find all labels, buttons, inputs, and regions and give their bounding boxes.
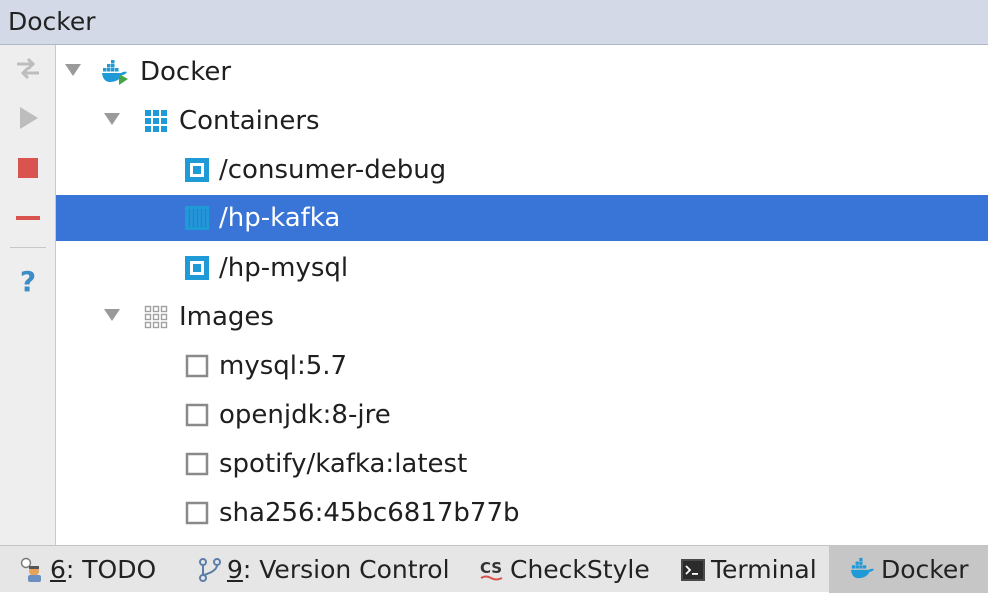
images-grid-icon (144, 305, 168, 329)
expand-arrow-icon[interactable] (64, 63, 82, 77)
run-icon (20, 107, 38, 129)
tool-window-bar: 6: TODO 9: Version Control CS CheckStyle… (0, 545, 988, 593)
deploy-icon (17, 57, 39, 80)
toolbar-separator (10, 247, 46, 248)
docker-tree: Docker Containers /consumer-debug /hp-ka… (56, 45, 988, 545)
tab-label: Terminal (711, 555, 817, 584)
docker-toolbar: ? (0, 45, 56, 545)
tree-node-docker[interactable]: Docker (56, 49, 988, 95)
image-item[interactable]: openjdk:8-jre (56, 392, 988, 438)
image-item[interactable]: mysql:5.7 (56, 343, 988, 389)
tab-label: Docker (881, 555, 969, 584)
image-icon (185, 452, 209, 476)
image-label: spotify/kafka:latest (219, 449, 468, 479)
tree-node-label: Images (179, 302, 274, 332)
running-container-icon (185, 158, 209, 182)
remove-icon (16, 216, 40, 220)
run-button[interactable] (8, 103, 48, 143)
svg-text:CS: CS (480, 559, 502, 577)
checkstyle-icon: CS (480, 559, 503, 581)
expand-arrow-icon[interactable] (103, 112, 121, 126)
running-container-icon (185, 256, 209, 280)
version-control-icon (199, 558, 221, 582)
help-button[interactable]: ? (8, 263, 48, 303)
image-label: openjdk:8-jre (219, 400, 391, 430)
tab-label: : Version Control (242, 555, 450, 584)
container-label: /hp-kafka (219, 203, 341, 233)
tree-node-label: Docker (140, 57, 232, 87)
svg-text:?: ? (20, 265, 36, 297)
container-label: /hp-mysql (219, 253, 349, 283)
tab-number: 6 (50, 555, 66, 584)
image-label: sha256:45bc6817b77b (219, 498, 520, 528)
image-icon (185, 403, 209, 427)
container-item[interactable]: /hp-mysql (56, 245, 988, 291)
tab-version-control[interactable]: 9: Version Control (198, 546, 450, 593)
remove-button[interactable] (8, 203, 48, 243)
tool-window-title: Docker (8, 7, 96, 36)
image-icon (185, 354, 209, 378)
tab-terminal[interactable]: Terminal (680, 546, 820, 593)
image-item[interactable]: sha256:45bc6817b77b (56, 490, 988, 536)
tab-label: CheckStyle (510, 555, 650, 584)
docker-icon (102, 60, 128, 85)
container-item-selected[interactable]: /hp-kafka (56, 195, 988, 241)
todo-icon (20, 557, 41, 582)
tree-node-images[interactable]: Images (56, 294, 988, 340)
tree-node-containers[interactable]: Containers (56, 98, 988, 144)
image-label: mysql:5.7 (219, 351, 348, 381)
expand-arrow-icon[interactable] (103, 308, 121, 322)
container-label: /consumer-debug (219, 155, 447, 185)
terminal-icon (681, 559, 705, 581)
tab-docker[interactable]: Docker (829, 546, 988, 593)
tool-window-header: Docker (0, 0, 988, 45)
stopped-container-icon (185, 206, 209, 230)
docker-icon (850, 557, 875, 579)
help-icon: ? (20, 265, 36, 297)
container-item[interactable]: /consumer-debug (56, 147, 988, 193)
deploy-button[interactable] (8, 53, 48, 93)
image-item[interactable]: spotify/kafka:latest (56, 441, 988, 487)
stop-button[interactable] (8, 153, 48, 193)
tab-number: 9 (227, 555, 243, 584)
tab-label: : TODO (65, 555, 157, 584)
image-icon (185, 501, 209, 525)
containers-grid-icon (145, 110, 167, 132)
stop-icon (18, 158, 38, 178)
tab-todo[interactable]: 6: TODO (18, 546, 168, 593)
tab-checkstyle[interactable]: CS CheckStyle (480, 546, 650, 593)
tree-node-label: Containers (179, 106, 320, 136)
